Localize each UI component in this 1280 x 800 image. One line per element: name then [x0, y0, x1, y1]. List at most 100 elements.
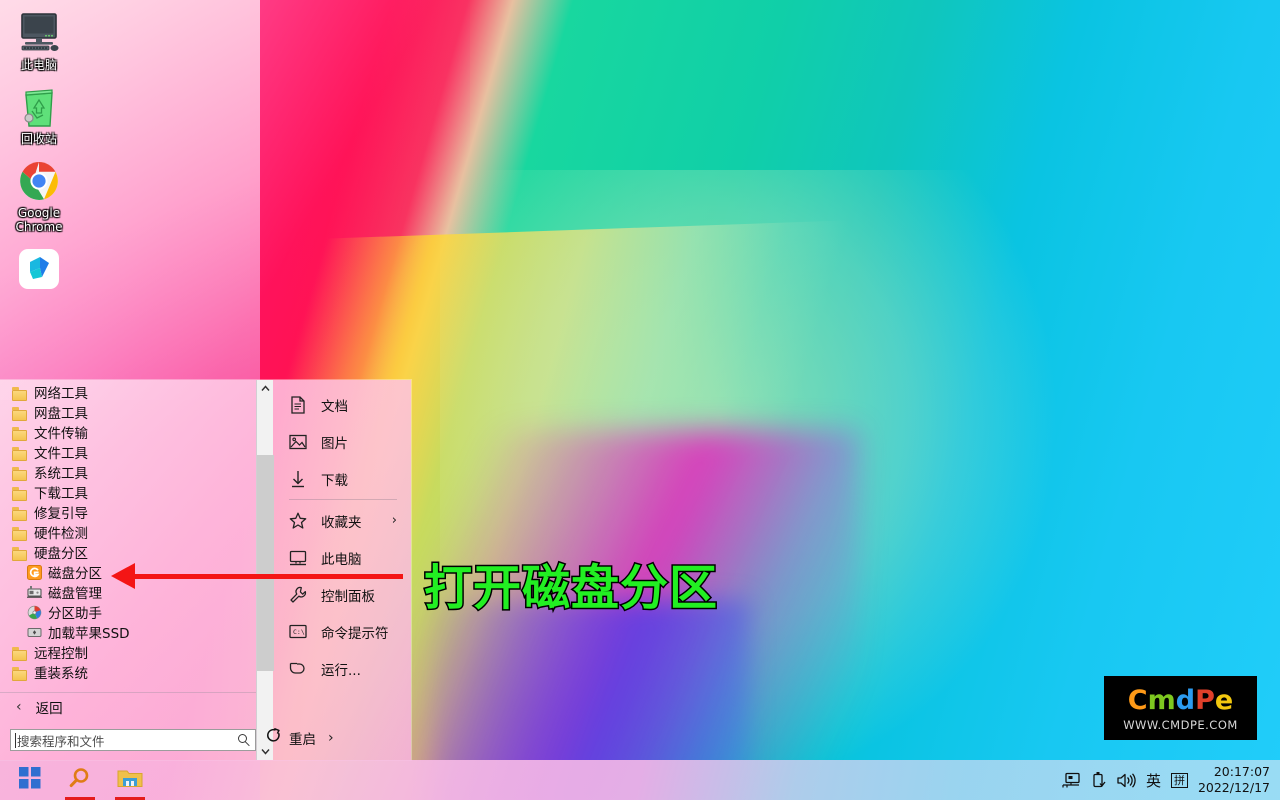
- partition-assistant-icon: [27, 605, 42, 624]
- chevron-left-icon: ‹: [16, 698, 22, 715]
- desktop-icon-label: 此电脑: [20, 58, 57, 72]
- system-tray: 英 拼 20:17:07 2022/12/17: [1061, 760, 1280, 800]
- menu-item-disk-partition-folder[interactable]: 硬盘分区: [0, 544, 256, 564]
- teams-like-icon: [0, 246, 78, 292]
- usb-eject-icon[interactable]: [1091, 771, 1106, 789]
- start-menu-right-column: 文档 图片 下载 收藏夹 › 此电脑 控制面板 C:\ 命令提示符 运行...: [273, 380, 411, 760]
- restart-icon: [266, 727, 282, 748]
- annotation-arrow-line: [130, 574, 403, 579]
- restart-button[interactable]: 重启 ›: [266, 727, 334, 748]
- ime-mode-indicator[interactable]: 拼: [1170, 772, 1188, 788]
- menu-item-control-panel[interactable]: 控制面板: [273, 576, 411, 613]
- ime-language-indicator[interactable]: 英: [1146, 770, 1161, 791]
- program-list[interactable]: 网络工具 网盘工具 文件传输 文件工具 系统工具 下载工具 修复引导 硬件检测 …: [0, 380, 256, 692]
- taskbar: 英 拼 20:17:07 2022/12/17: [0, 760, 1280, 800]
- menu-item-system-tools[interactable]: 系统工具: [0, 464, 256, 484]
- folder-icon: [12, 487, 28, 501]
- menu-item-file-tools[interactable]: 文件工具: [0, 444, 256, 464]
- menu-item-label: 文件传输: [34, 426, 88, 442]
- menu-item-repair-boot[interactable]: 修复引导: [0, 504, 256, 524]
- text-caret: [15, 733, 16, 748]
- folder-icon: [12, 667, 28, 681]
- menu-item-favorites[interactable]: 收藏夹 ›: [273, 502, 411, 539]
- menu-item-label: 重装系统: [34, 666, 88, 682]
- menu-item-label: 文件工具: [34, 446, 88, 462]
- back-button[interactable]: ‹ 返回: [0, 692, 256, 720]
- menu-separator: [289, 499, 397, 500]
- start-menu-search-row: 搜索程序和文件: [0, 720, 256, 760]
- menu-item-download-tools[interactable]: 下载工具: [0, 484, 256, 504]
- menu-item-load-apple-ssd[interactable]: 加载苹果SSD: [0, 624, 256, 644]
- monitor-icon: [289, 549, 307, 567]
- folder-icon: [12, 527, 28, 541]
- menu-item-netdisk-tools[interactable]: 网盘工具: [0, 404, 256, 424]
- monitor-icon: [0, 10, 78, 56]
- picture-icon: [289, 433, 307, 451]
- menu-item-remote-control[interactable]: 远程控制: [0, 644, 256, 664]
- folder-icon: [12, 407, 28, 421]
- menu-item-run[interactable]: 运行...: [273, 650, 411, 687]
- star-icon: [289, 512, 307, 530]
- menu-item-label: 系统工具: [34, 466, 88, 482]
- desktop-icon-this-pc[interactable]: 此电脑: [0, 4, 78, 78]
- start-menu-body: 网络工具 网盘工具 文件传输 文件工具 系统工具 下载工具 修复引导 硬件检测 …: [0, 380, 411, 760]
- clock[interactable]: 20:17:07 2022/12/17: [1198, 764, 1270, 796]
- desktop-icon-recycle-bin[interactable]: 回收站: [0, 78, 78, 152]
- file-explorer-button[interactable]: [108, 760, 152, 800]
- scroll-up-icon[interactable]: [257, 380, 274, 397]
- program-list-scrollbar[interactable]: [256, 380, 274, 760]
- search-icon: [68, 766, 92, 794]
- chrome-icon: [0, 158, 78, 204]
- menu-item-partition-assistant[interactable]: 分区助手: [0, 604, 256, 624]
- search-input[interactable]: 搜索程序和文件: [10, 729, 256, 751]
- menu-item-label: 命令提示符: [321, 625, 389, 642]
- recycle-bin-icon: [0, 84, 78, 130]
- menu-item-label: 收藏夹: [321, 514, 362, 531]
- cmd-icon: C:\: [289, 623, 307, 641]
- search-button[interactable]: [58, 760, 102, 800]
- document-icon: [289, 395, 307, 414]
- apple-ssd-icon: [27, 625, 42, 644]
- menu-item-network-tools[interactable]: 网络工具: [0, 384, 256, 404]
- menu-item-label: 硬件检测: [34, 526, 88, 542]
- start-button[interactable]: [8, 760, 52, 800]
- folder-icon: [12, 507, 28, 521]
- menu-item-command-prompt[interactable]: C:\ 命令提示符: [273, 613, 411, 650]
- menu-item-this-pc[interactable]: 此电脑: [273, 539, 411, 576]
- menu-item-documents[interactable]: 文档: [273, 386, 411, 423]
- menu-item-label: 磁盘分区: [48, 566, 102, 582]
- windows-icon: [19, 767, 41, 793]
- watermark: CmdPe WWW.CMDPE.COM: [1104, 676, 1257, 740]
- start-menu: 网络工具 网盘工具 文件传输 文件工具 系统工具 下载工具 修复引导 硬件检测 …: [0, 380, 411, 760]
- menu-item-label: 图片: [321, 435, 348, 452]
- menu-item-label: 修复引导: [34, 506, 88, 522]
- menu-item-pictures[interactable]: 图片: [273, 423, 411, 460]
- menu-item-reinstall-system[interactable]: 重装系统: [0, 664, 256, 684]
- volume-icon[interactable]: [1116, 772, 1136, 789]
- menu-item-label: 此电脑: [321, 551, 362, 568]
- wrench-icon: [289, 586, 307, 604]
- chevron-right-icon: ›: [391, 513, 397, 528]
- back-label: 返回: [35, 700, 63, 717]
- menu-item-label: 下载: [321, 472, 348, 489]
- scrollbar-track[interactable]: [256, 397, 274, 743]
- scrollbar-thumb[interactable]: [256, 455, 274, 671]
- chevron-right-icon[interactable]: ›: [328, 730, 334, 746]
- menu-item-downloads[interactable]: 下载: [273, 460, 411, 497]
- folder-icon: [12, 467, 28, 481]
- menu-item-file-transfer[interactable]: 文件传输: [0, 424, 256, 444]
- menu-item-label: 下载工具: [34, 486, 88, 502]
- folder-icon: [12, 427, 28, 441]
- menu-item-label: 运行...: [321, 662, 361, 679]
- desktop-icon-list: 此电脑 回收站 Google Chrome: [0, 4, 78, 300]
- desktop-icon-label: 回收站: [20, 132, 57, 146]
- menu-item-label: 分区助手: [48, 606, 102, 622]
- desktop-icon-google-chrome[interactable]: Google Chrome: [0, 152, 78, 240]
- menu-item-label: 控制面板: [321, 588, 375, 605]
- menu-item-hardware-detect[interactable]: 硬件检测: [0, 524, 256, 544]
- network-icon[interactable]: [1061, 772, 1081, 789]
- clock-date: 2022/12/17: [1197, 780, 1270, 795]
- desktop-screen: 此电脑 回收站 Google Chrome 网络工具 网盘工具 文件传输 文件工…: [0, 0, 1280, 800]
- menu-item-label: 硬盘分区: [34, 546, 88, 562]
- desktop-icon-app[interactable]: [0, 240, 78, 300]
